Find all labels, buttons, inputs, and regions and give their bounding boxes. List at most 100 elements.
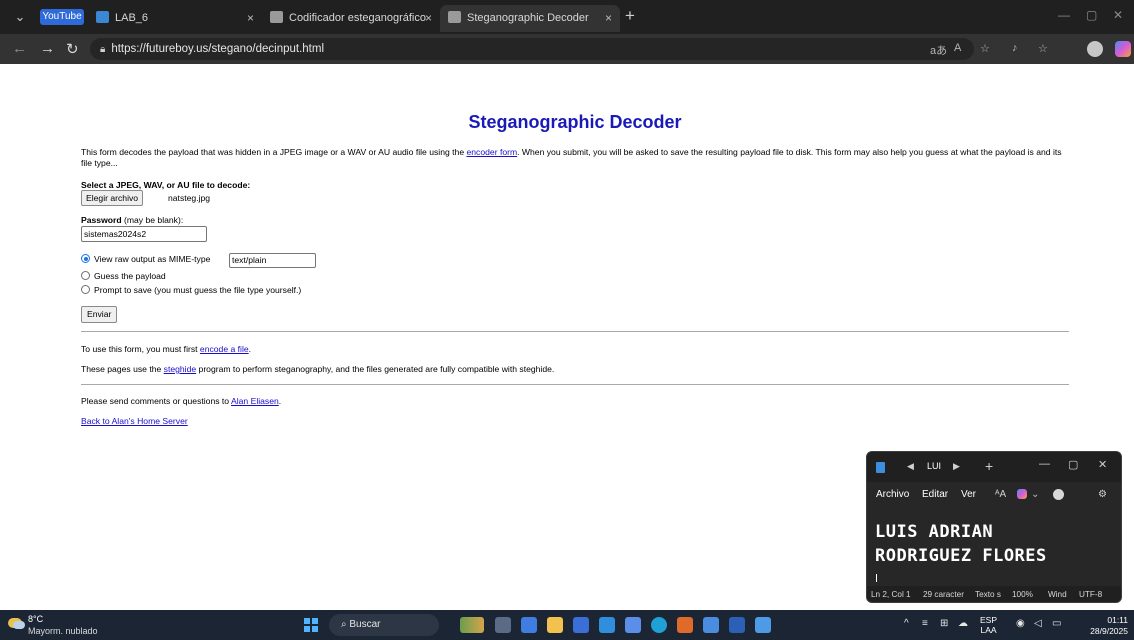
- address-bar[interactable]: 🔒︎ https://futureboy.us/stegano/decinput.…: [90, 38, 974, 60]
- submit-button[interactable]: Enviar: [81, 306, 118, 323]
- notepad-app-icon[interactable]: [703, 617, 719, 633]
- tab-label: LAB_6: [115, 12, 149, 24]
- radio-selected-icon[interactable]: [81, 254, 90, 263]
- widgets-icon[interactable]: [460, 617, 484, 633]
- new-tab-button[interactable]: +: [625, 6, 635, 26]
- maximize-icon[interactable]: ▢: [1068, 458, 1078, 471]
- store-icon[interactable]: [573, 617, 589, 633]
- edge-browser-icon[interactable]: [651, 617, 667, 633]
- home-server-link[interactable]: Back to Alan's Home Server: [81, 416, 188, 426]
- office-icon[interactable]: [677, 617, 693, 633]
- reload-icon[interactable]: ↻: [66, 40, 79, 58]
- close-window-icon[interactable]: ✕: [1098, 458, 1107, 471]
- radio-unselected-icon[interactable]: [81, 271, 90, 280]
- battery-icon[interactable]: ▭: [1052, 618, 1061, 629]
- tray-app-icon[interactable]: ⊞: [940, 618, 948, 629]
- outlook-icon[interactable]: [599, 617, 615, 633]
- url-text: https://futureboy.us/stegano/decinput.ht…: [111, 43, 324, 55]
- immersive-reader-icon[interactable]: A: [954, 42, 961, 54]
- close-tab-icon[interactable]: ×: [247, 5, 254, 32]
- notepad-text-area[interactable]: LUIS ADRIAN RODRIGUEZ FLORES: [875, 520, 1047, 568]
- menu-editar[interactable]: Editar: [922, 489, 948, 500]
- settings-gear-icon[interactable]: ⚙: [1098, 489, 1107, 500]
- steghide-note: These pages use the steghide program to …: [81, 364, 555, 374]
- choose-file-button[interactable]: Elegir archivo: [81, 190, 144, 206]
- tab-scroll-left-icon[interactable]: ◀: [907, 461, 914, 472]
- password-field[interactable]: sistemas2024s2: [81, 226, 207, 242]
- tab-codificador[interactable]: Codificador esteganográfico ×: [262, 5, 440, 32]
- favorite-star-icon[interactable]: ☆: [980, 42, 990, 55]
- windows-start-icon[interactable]: [304, 618, 318, 632]
- tab-actions-menu-icon[interactable]: ⌄: [10, 8, 30, 26]
- weather-cloud-icon[interactable]: [8, 618, 25, 629]
- close-tab-icon[interactable]: ×: [425, 5, 432, 32]
- close-tab-icon[interactable]: ×: [605, 5, 612, 32]
- copilot-icon[interactable]: [1115, 41, 1131, 57]
- minimize-icon[interactable]: —: [1058, 8, 1070, 22]
- back-arrow-icon[interactable]: ←: [12, 40, 27, 57]
- show-hidden-icons-icon[interactable]: ^: [904, 618, 909, 629]
- profile-avatar[interactable]: [1087, 41, 1103, 57]
- option-guess-payload[interactable]: Guess the payload: [81, 270, 381, 282]
- maximize-icon[interactable]: ▢: [1086, 8, 1097, 22]
- file-select-label: Select a JPEG, WAV, or AU file to decode…: [81, 180, 251, 190]
- notepad-window[interactable]: ◀ LUI ▶ + — ▢ ✕ Archivo Editar Ver ᴬA ⌄ …: [866, 451, 1122, 603]
- new-tab-button[interactable]: +: [985, 458, 993, 474]
- site-info-icon[interactable]: 🔒︎: [100, 44, 105, 55]
- divider: [81, 384, 1069, 385]
- stegano-favicon-icon: [270, 11, 283, 23]
- tab-group-youtube[interactable]: YouTube: [40, 9, 84, 25]
- notepad-tab[interactable]: LUI: [927, 461, 941, 471]
- minimize-icon[interactable]: —: [1039, 458, 1050, 470]
- copilot-app-icon[interactable]: [521, 617, 537, 633]
- encode-instruction: To use this form, you must first encode …: [81, 344, 252, 354]
- tab-label: Codificador esteganográfico: [289, 12, 426, 24]
- weather-description[interactable]: Mayorm. nublado: [28, 626, 98, 636]
- copilot-icon[interactable]: [1017, 489, 1027, 499]
- radio-unselected-icon[interactable]: [81, 285, 90, 294]
- taskbar-clock[interactable]: 01:11 28/9/2025: [1086, 615, 1128, 637]
- taskbar-search[interactable]: ⌕ Buscar: [329, 614, 439, 636]
- menu-ver[interactable]: Ver: [961, 489, 976, 500]
- mime-type-field[interactable]: text/plain: [229, 253, 316, 268]
- file-explorer-icon[interactable]: [547, 617, 563, 633]
- text-cursor: [876, 574, 877, 582]
- character-count: 29 caracter: [923, 590, 964, 599]
- teams-icon[interactable]: [625, 617, 641, 633]
- photos-icon[interactable]: [755, 617, 771, 633]
- favorites-icon[interactable]: ☆: [1038, 42, 1048, 55]
- font-size-icon[interactable]: ᴬA: [995, 489, 1006, 500]
- task-view-icon[interactable]: [495, 617, 511, 633]
- language-indicator[interactable]: ESP LAA: [980, 615, 997, 635]
- tab-scroll-right-icon[interactable]: ▶: [953, 461, 960, 472]
- text-format: Texto s: [975, 590, 1001, 599]
- chevron-down-icon[interactable]: ⌄: [1031, 489, 1039, 500]
- tray-app-icon[interactable]: ≡: [922, 618, 928, 629]
- menu-archivo[interactable]: Archivo: [876, 489, 909, 500]
- notepad-title-bar[interactable]: ◀ LUI ▶ + — ▢ ✕: [867, 452, 1121, 482]
- page-title: Steganographic Decoder: [468, 112, 682, 132]
- browser-tab-bar: ⌄ YouTube LAB_6 × Codificador esteganogr…: [0, 0, 1134, 34]
- word-icon[interactable]: [729, 617, 745, 633]
- tab-label: Steganographic Decoder: [467, 12, 589, 24]
- option-prompt-save[interactable]: Prompt to save (you must guess the file …: [81, 284, 381, 296]
- steghide-link[interactable]: steghide: [164, 364, 197, 374]
- wifi-icon[interactable]: ◉: [1016, 618, 1025, 629]
- tab-lab6[interactable]: LAB_6 ×: [92, 5, 262, 32]
- extensions-icon[interactable]: ♪: [1012, 42, 1018, 54]
- volume-icon[interactable]: ◁: [1034, 618, 1042, 629]
- encode-file-link[interactable]: encode a file: [200, 344, 249, 354]
- tab-steganographic-decoder[interactable]: Steganographic Decoder ×: [440, 5, 620, 32]
- browser-toolbar: ← → ↻ 🔒︎ https://futureboy.us/stegano/dec…: [0, 34, 1134, 64]
- close-window-icon[interactable]: ✕: [1113, 8, 1123, 22]
- weather-temperature[interactable]: 8°C: [28, 614, 43, 624]
- encoder-form-link[interactable]: encoder form: [467, 147, 518, 157]
- author-link[interactable]: Alan Eliasen: [231, 396, 279, 406]
- read-aloud-icon[interactable]: aあ: [930, 42, 947, 58]
- cloud-sync-icon[interactable]: ☁: [958, 618, 968, 629]
- windows-taskbar: 8°C Mayorm. nublado ⌕ Buscar ^ ≡ ⊞ ☁ ESP…: [0, 610, 1134, 640]
- zoom-level: 100%: [1012, 590, 1033, 599]
- text-line: RODRIGUEZ FLORES: [875, 546, 1047, 566]
- forward-arrow-icon[interactable]: →: [40, 40, 55, 57]
- account-avatar[interactable]: [1053, 489, 1064, 500]
